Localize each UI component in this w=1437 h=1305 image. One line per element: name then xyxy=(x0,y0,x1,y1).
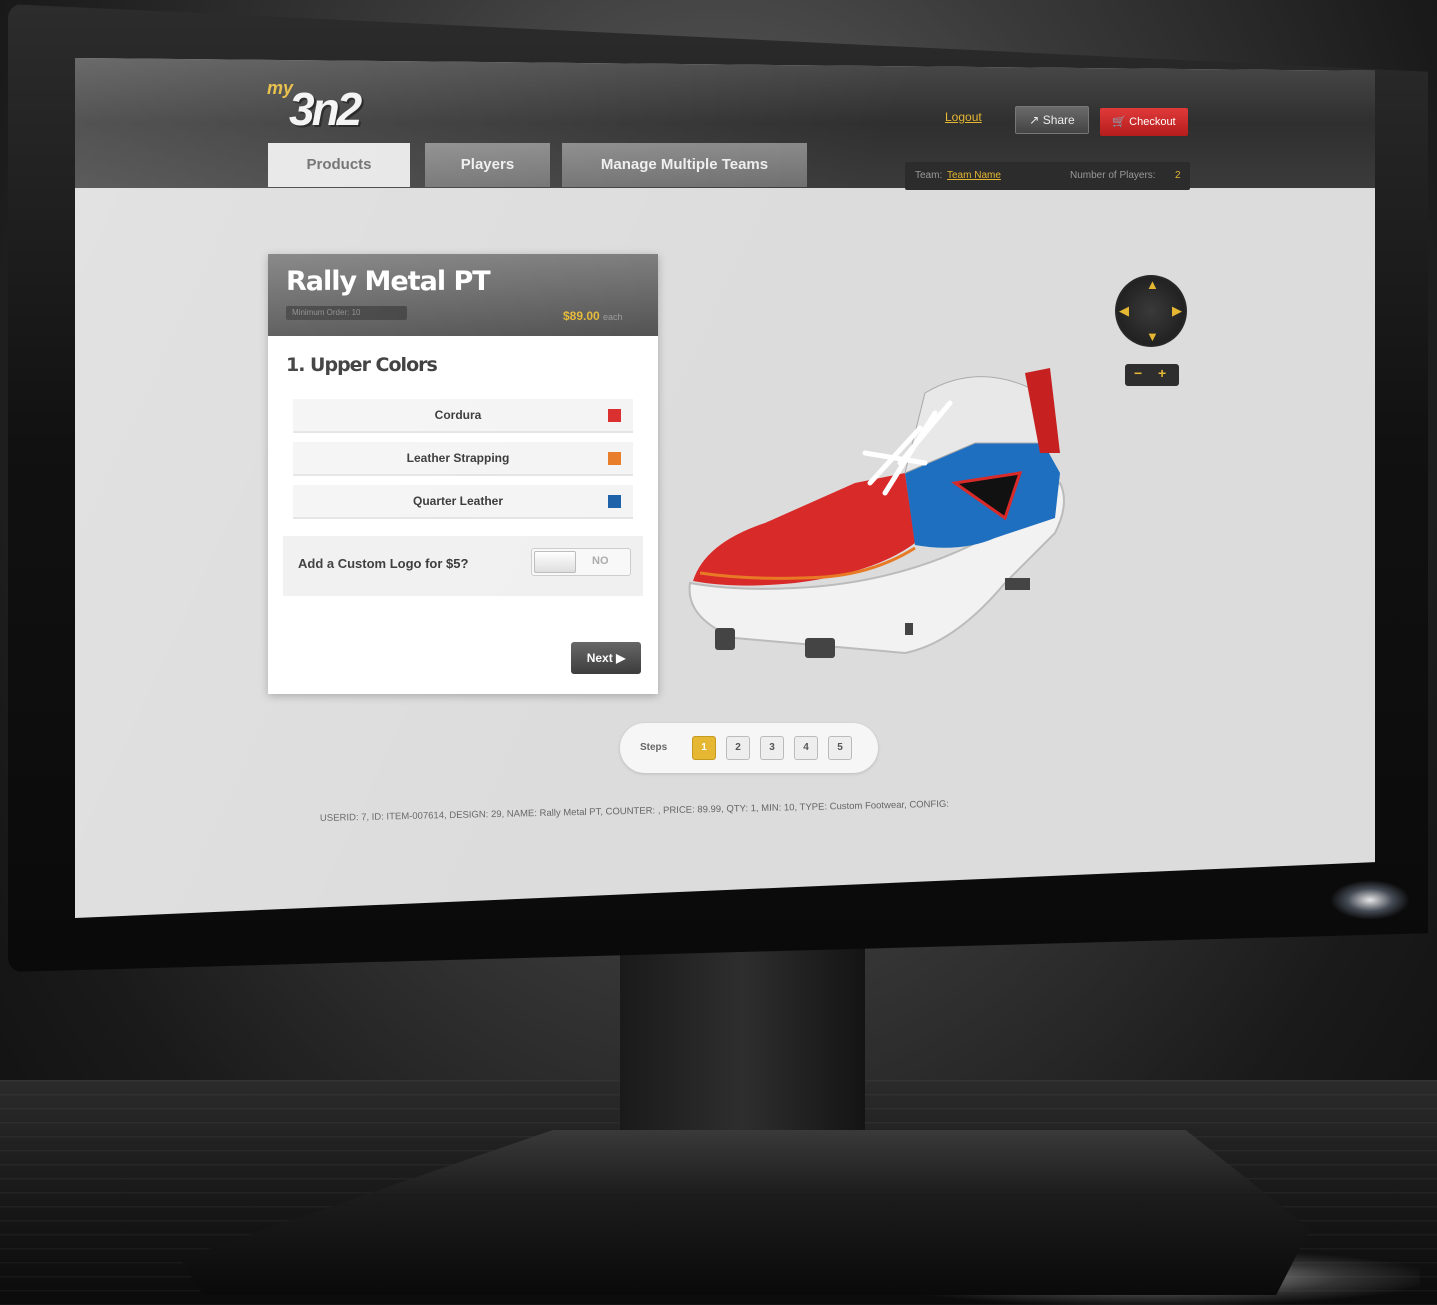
product-price: $89.00 each xyxy=(563,309,623,323)
min-order-badge: Minimum Order: 10 xyxy=(286,306,407,320)
team-name-link[interactable]: Team Name xyxy=(947,170,1001,181)
zoom-control: − + xyxy=(1125,364,1179,386)
next-label: Next xyxy=(586,651,613,665)
players-label: Number of Players: xyxy=(1070,170,1156,181)
share-button[interactable]: ↗ Share xyxy=(1015,106,1089,134)
step-1[interactable]: 1 xyxy=(692,736,716,760)
players-count: 2 xyxy=(1175,170,1181,181)
color-option-label: Cordura xyxy=(434,408,482,422)
product-header: Rally Metal PT Minimum Order: 10 $89.00 … xyxy=(268,254,658,336)
price-value: $89.00 xyxy=(563,309,600,323)
color-option-label: Quarter Leather xyxy=(412,494,504,508)
shoe-cleat xyxy=(905,623,913,635)
arrow-up-icon[interactable]: ▲ xyxy=(1146,277,1159,292)
zoom-in-icon[interactable]: + xyxy=(1158,365,1166,381)
next-button[interactable]: Next ▶ xyxy=(571,642,641,674)
custom-logo-question: Add a Custom Logo for $5? xyxy=(298,556,469,571)
shoe-preview[interactable] xyxy=(675,333,1095,673)
debug-info-line: USERID: 7, ID: ITEM-007614, DESIGN: 29, … xyxy=(319,798,950,824)
share-icon: ↗ xyxy=(1029,113,1040,127)
monitor-stand-neck xyxy=(620,945,865,1145)
shoe-toe-red xyxy=(693,473,915,586)
zoom-out-icon[interactable]: − xyxy=(1134,365,1142,381)
checkout-button[interactable]: 🛒 Checkout xyxy=(1100,108,1188,136)
cart-icon: 🛒 xyxy=(1112,116,1127,128)
steps-pager: Steps 1 2 3 4 5 xyxy=(620,723,878,773)
monitor-power-light xyxy=(1330,880,1410,920)
toggle-knob xyxy=(534,551,576,573)
shoe-cleat xyxy=(1005,578,1030,590)
product-title: Rally Metal PT xyxy=(286,266,491,297)
color-option-leather-strapping[interactable]: Leather Strapping xyxy=(293,442,633,476)
custom-logo-toggle[interactable]: NO xyxy=(531,548,631,576)
price-unit: each xyxy=(603,312,623,322)
color-swatch[interactable] xyxy=(608,452,621,465)
color-swatch[interactable] xyxy=(608,495,621,508)
play-arrow-icon: ▶ xyxy=(616,651,626,665)
step-5[interactable]: 5 xyxy=(828,736,852,760)
arrow-right-icon[interactable]: ▶ xyxy=(1172,303,1182,319)
top-bar: my 3n2 Logout ↗ Share 🛒 Checkout Product… xyxy=(75,58,1375,190)
rotate-control[interactable]: ▲ ▼ ◀ ▶ xyxy=(1115,275,1187,347)
logout-link[interactable]: Logout xyxy=(945,110,982,124)
section-title: 1. Upper Colors xyxy=(286,354,438,376)
step-2[interactable]: 2 xyxy=(726,736,750,760)
steps-label: Steps xyxy=(640,742,668,753)
arrow-down-icon[interactable]: ▼ xyxy=(1146,329,1159,344)
custom-logo-option: Add a Custom Logo for $5? NO xyxy=(283,536,643,596)
checkout-label: Checkout xyxy=(1129,116,1176,128)
step-3[interactable]: 3 xyxy=(760,736,784,760)
tab-products[interactable]: Products xyxy=(268,143,410,187)
color-option-cordura[interactable]: Cordura xyxy=(293,399,633,433)
logo-main: 3n2 xyxy=(289,83,362,135)
color-swatch[interactable] xyxy=(608,409,621,422)
color-option-label: Leather Strapping xyxy=(406,451,510,465)
screen: my 3n2 Logout ↗ Share 🛒 Checkout Product… xyxy=(75,58,1375,918)
shoe-cleat xyxy=(715,628,735,650)
arrow-left-icon[interactable]: ◀ xyxy=(1119,303,1129,319)
toggle-value: NO xyxy=(592,555,609,567)
tab-players[interactable]: Players xyxy=(425,143,550,187)
color-option-quarter-leather[interactable]: Quarter Leather xyxy=(293,485,633,519)
team-label: Team: xyxy=(915,170,943,181)
team-info-bar: Team: Team Name Number of Players: 2 xyxy=(905,162,1190,190)
app-logo[interactable]: my 3n2 xyxy=(267,78,437,135)
share-label: Share xyxy=(1042,113,1075,127)
step-4[interactable]: 4 xyxy=(794,736,818,760)
product-panel: Rally Metal PT Minimum Order: 10 $89.00 … xyxy=(268,254,658,694)
shoe-cleat xyxy=(805,638,835,658)
tab-manage-teams[interactable]: Manage Multiple Teams xyxy=(562,143,807,187)
